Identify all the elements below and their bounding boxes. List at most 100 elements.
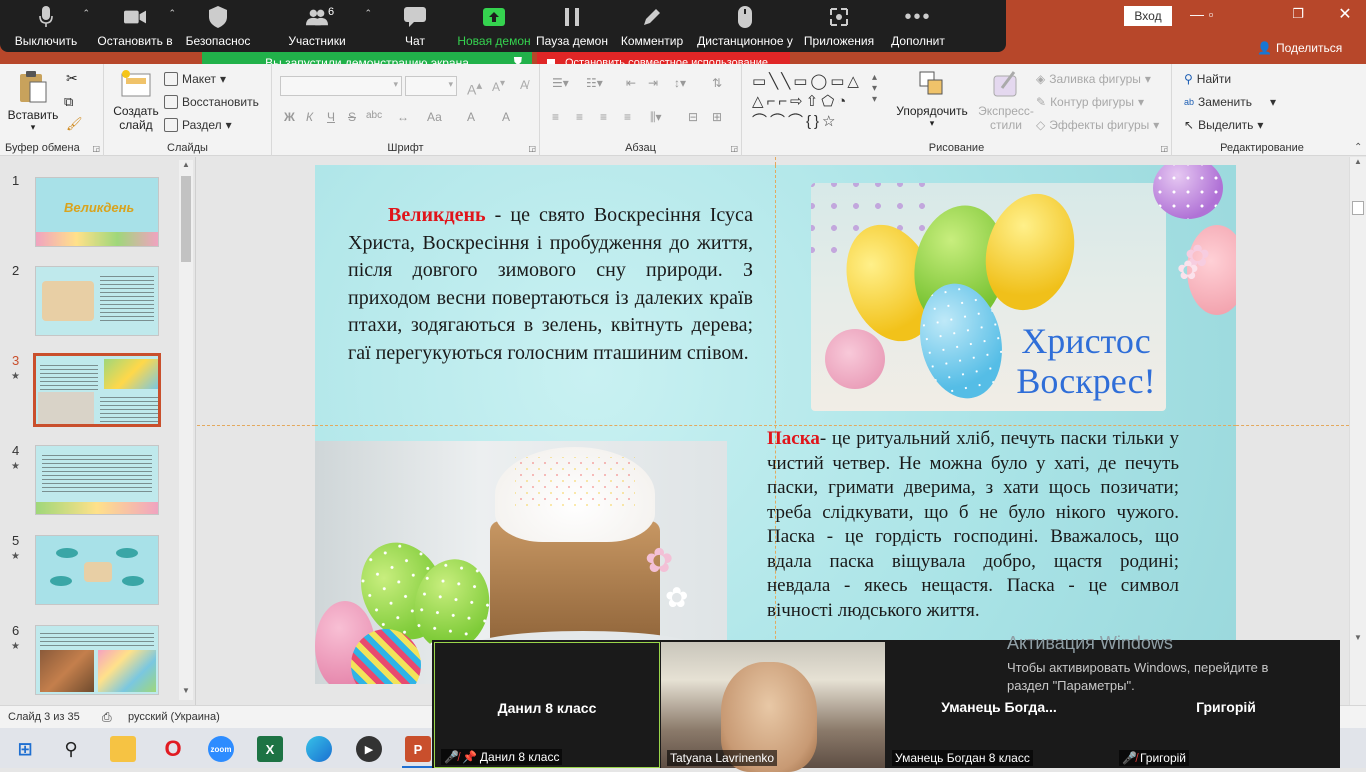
- select-button[interactable]: ↖ Выделить ▾: [1184, 118, 1263, 132]
- shape-outline-button[interactable]: ✎ Контур фигуры ▾: [1036, 95, 1144, 109]
- annotate-button[interactable]: Комментир: [610, 0, 694, 52]
- signin-button[interactable]: Вход: [1124, 6, 1172, 26]
- zoom-app-icon[interactable]: zoom: [208, 736, 234, 762]
- font-color-button[interactable]: A: [502, 110, 510, 124]
- reset-button[interactable]: Восстановить: [164, 95, 259, 109]
- font-size-dropdown[interactable]: ▾: [405, 76, 457, 96]
- language-indicator[interactable]: русский (Украина): [128, 711, 220, 723]
- paste-button[interactable]: Вставить ▾: [8, 70, 58, 136]
- scroll-down-icon[interactable]: ▼: [179, 686, 193, 700]
- slide-thumbnail-1[interactable]: Великдень: [35, 177, 159, 247]
- slide-thumbnail-6[interactable]: [35, 625, 159, 695]
- excel-icon[interactable]: X: [257, 736, 283, 762]
- opera-icon[interactable]: O: [160, 736, 186, 762]
- new-slide-button[interactable]: Создать слайд: [110, 70, 162, 132]
- security-button[interactable]: Безопаснос: [178, 0, 258, 52]
- find-button[interactable]: ⚲ Найти: [1184, 72, 1231, 86]
- media-player-icon[interactable]: ▶: [356, 736, 382, 762]
- underline-button[interactable]: Ч: [327, 110, 335, 124]
- replace-button[interactable]: ab Заменить ▾: [1184, 95, 1276, 109]
- shadow-button[interactable]: abc: [366, 110, 382, 121]
- edge-icon[interactable]: [306, 736, 332, 762]
- chat-button[interactable]: Чат: [376, 0, 454, 52]
- section-button[interactable]: Раздел ▾: [164, 118, 232, 132]
- new-share-button[interactable]: Новая демон: [454, 0, 534, 52]
- format-painter-icon[interactable]: 🖌: [66, 116, 83, 132]
- slide-3[interactable]: Великдень - це свято Воскресіння Ісуса Х…: [315, 165, 1236, 684]
- columns-icon[interactable]: ⫼▾: [650, 110, 662, 125]
- italic-button[interactable]: К: [306, 110, 313, 124]
- easter-text-block[interactable]: Великдень - це свято Воскресіння Ісуса Х…: [348, 202, 753, 368]
- chevron-up-icon[interactable]: ⌃: [82, 8, 90, 19]
- share-button[interactable]: 👤 Поделиться: [1257, 41, 1342, 55]
- align-right-icon[interactable]: ≡: [600, 110, 607, 124]
- restore-icon[interactable]: ▫: [1200, 7, 1222, 25]
- increase-indent-icon[interactable]: ⇥: [648, 76, 658, 90]
- scroll-up-icon[interactable]: ▲: [1350, 157, 1366, 171]
- shapes-scroll[interactable]: ▴ ▾ ▾: [872, 72, 888, 132]
- font-name-dropdown[interactable]: ▾: [280, 76, 402, 96]
- dialog-launcher-icon[interactable]: ◲: [730, 144, 738, 153]
- align-left-icon[interactable]: ≡: [552, 110, 559, 124]
- quick-styles-button[interactable]: Экспресс- стили: [974, 70, 1038, 132]
- bold-button[interactable]: Ж: [284, 110, 295, 124]
- line-spacing-icon[interactable]: ↕▾: [674, 76, 686, 90]
- windows-start-icon[interactable]: ⊞: [12, 736, 38, 762]
- align-center-icon[interactable]: ≡: [576, 110, 583, 124]
- apps-button[interactable]: Приложения: [796, 0, 882, 52]
- slide-thumbnail-3[interactable]: [33, 353, 161, 427]
- decrease-font-icon[interactable]: A▾: [492, 78, 505, 94]
- participant-tile[interactable]: Tatyana Lavrinenko: [661, 642, 885, 772]
- participant-tile[interactable]: Данил 8 класс 🎤̸ 📌 Данил 8 класс: [434, 642, 660, 768]
- clear-formatting-icon[interactable]: A̸: [520, 78, 528, 92]
- scroll-thumb[interactable]: [181, 176, 191, 262]
- mute-button[interactable]: Выключить ⌃: [0, 0, 92, 52]
- file-explorer-icon[interactable]: [110, 736, 136, 762]
- justify-icon[interactable]: ≡: [624, 110, 631, 124]
- collapse-ribbon-icon[interactable]: ⌃: [1354, 142, 1362, 153]
- slide-thumbnail-5[interactable]: [35, 535, 159, 605]
- slide-vertical-scrollbar[interactable]: ▲ ▼: [1349, 157, 1366, 705]
- spellcheck-icon[interactable]: ⎙: [102, 710, 112, 725]
- slide-thumbnail-2[interactable]: [35, 266, 159, 336]
- paska-text-block[interactable]: Паска- це ритуальний хліб, печуть паски …: [767, 427, 1179, 623]
- copy-icon[interactable]: ⧉: [64, 94, 73, 110]
- shapes-gallery[interactable]: ▭╲╲▭◯▭△ △⌐⌐⇨⇧⬠◔ ⌒⌒⌒{}☆: [752, 72, 888, 132]
- highlight-button[interactable]: A: [467, 110, 475, 124]
- dialog-launcher-icon[interactable]: ◲: [528, 144, 536, 153]
- chat-bubble-icon: [404, 6, 426, 28]
- search-icon[interactable]: ⚲: [58, 736, 84, 762]
- shape-fill-button[interactable]: ◈ Заливка фигуры ▾: [1036, 72, 1151, 86]
- arrange-button[interactable]: Упорядочить ▾: [892, 70, 972, 129]
- thumbnails-scrollbar[interactable]: ▲ ▼: [179, 160, 193, 700]
- cut-icon[interactable]: ✂: [66, 70, 78, 87]
- scroll-down-icon[interactable]: ▼: [1350, 633, 1366, 647]
- shape-effects-button[interactable]: ◇ Эффекты фигуры ▾: [1036, 118, 1159, 132]
- scroll-up-icon[interactable]: ▲: [179, 160, 193, 174]
- scroll-thumb[interactable]: [1352, 201, 1364, 215]
- text-direction-icon[interactable]: ⇅: [712, 76, 722, 90]
- stop-video-button[interactable]: Остановить в ⌃: [92, 0, 178, 52]
- window-maximize-icon[interactable]: ❐: [1288, 6, 1308, 26]
- dialog-launcher-icon[interactable]: ◲: [92, 144, 100, 153]
- dialog-launcher-icon[interactable]: ◲: [1160, 144, 1168, 153]
- strikethrough-button[interactable]: S: [348, 110, 356, 124]
- chevron-up-icon[interactable]: ⌃: [168, 8, 176, 19]
- powerpoint-icon[interactable]: P: [405, 736, 431, 762]
- participants-button[interactable]: 6 Участники ⌃: [258, 0, 376, 52]
- more-button[interactable]: ••• Дополнит: [882, 0, 954, 52]
- align-text-icon[interactable]: ⊟: [688, 110, 698, 124]
- pause-share-button[interactable]: Пауза демон: [534, 0, 610, 52]
- chevron-up-icon[interactable]: ⌃: [364, 8, 372, 19]
- slide-thumbnail-4[interactable]: [35, 445, 159, 515]
- change-case-button[interactable]: Аа: [427, 110, 442, 124]
- window-close-icon[interactable]: ✕: [1335, 4, 1355, 24]
- smartart-icon[interactable]: ⊞: [712, 110, 722, 124]
- character-spacing-icon[interactable]: ↔: [397, 110, 409, 124]
- bullets-icon[interactable]: ☰▾: [552, 76, 569, 90]
- increase-font-icon[interactable]: A▴: [467, 78, 482, 98]
- decrease-indent-icon[interactable]: ⇤: [626, 76, 636, 90]
- numbering-icon[interactable]: ☷▾: [586, 76, 603, 90]
- layout-button[interactable]: Макет ▾: [164, 72, 226, 86]
- remote-control-button[interactable]: Дистанционное у: [694, 0, 796, 52]
